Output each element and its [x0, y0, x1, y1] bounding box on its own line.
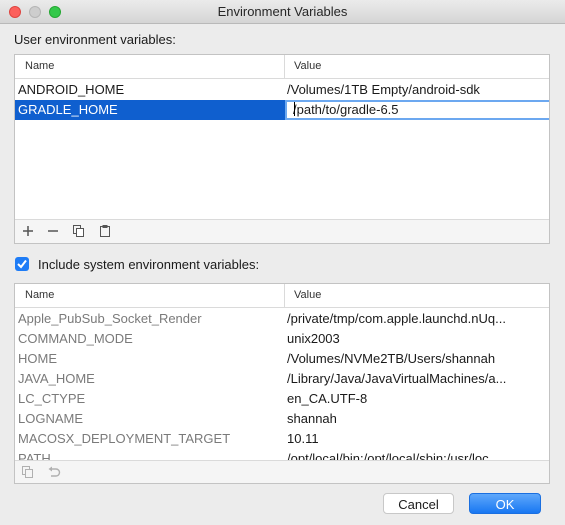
variable-value: unix2003 [287, 331, 340, 346]
variable-name: PATH [18, 451, 51, 460]
title-bar: Environment Variables [0, 0, 565, 24]
variable-name: HOME [18, 351, 57, 366]
cancel-button[interactable]: Cancel [383, 493, 454, 514]
variable-name: GRADLE_HOME [18, 102, 118, 117]
edit-field-text: /path/to/gradle-6.5 [293, 102, 399, 117]
table-header: Name Value [15, 55, 549, 79]
variable-name: MACOSX_DEPLOYMENT_TARGET [18, 431, 231, 446]
variable-value: /Volumes/NVMe2TB/Users/shannah [287, 351, 496, 366]
system-variables-table: Name Value Apple_PubSub_Socket_Render /p… [14, 283, 550, 484]
column-header-name[interactable]: Name [25, 60, 54, 72]
include-system-variables-label[interactable]: Include system environment variables: [38, 257, 259, 272]
column-header-value[interactable]: Value [294, 289, 321, 301]
variable-value: en_CA.UTF-8 [287, 391, 368, 406]
table-row[interactable]: PATH /opt/local/bin:/opt/local/sbin:/usr… [15, 449, 549, 460]
copy-icon[interactable] [21, 465, 35, 479]
variable-name: ANDROID_HOME [18, 82, 125, 97]
user-table-toolbar [15, 219, 549, 243]
table-row-selected[interactable]: GRADLE_HOME /path/to/gradle-6.5 [15, 100, 549, 120]
variable-name: LOGNAME [18, 411, 84, 426]
column-header-name[interactable]: Name [25, 289, 54, 301]
variable-value: /Volumes/1TB Empty/android-sdk [287, 82, 480, 97]
table-row[interactable]: HOME /Volumes/NVMe2TB/Users/shannah [15, 349, 549, 369]
ok-button[interactable]: OK [469, 493, 541, 514]
add-icon[interactable] [21, 224, 35, 238]
table-row[interactable]: JAVA_HOME /Library/Java/JavaVirtualMachi… [15, 369, 549, 389]
variable-name: JAVA_HOME [18, 371, 95, 386]
table-row[interactable]: Apple_PubSub_Socket_Render /private/tmp/… [15, 309, 549, 329]
table-row[interactable]: ANDROID_HOME /Volumes/1TB Empty/android-… [15, 80, 549, 100]
include-system-variables-checkbox[interactable] [15, 257, 29, 271]
table-row[interactable]: LC_CTYPE en_CA.UTF-8 [15, 389, 549, 409]
user-variables-label: User environment variables: [14, 32, 176, 47]
table-header: Name Value [15, 284, 549, 308]
variable-name: COMMAND_MODE [18, 331, 133, 346]
variable-name: LC_CTYPE [18, 391, 86, 406]
variable-value-edit-field[interactable]: /path/to/gradle-6.5 [285, 100, 549, 120]
user-variables-table: Name Value ANDROID_HOME /Volumes/1TB Emp… [14, 54, 550, 244]
variable-value: /private/tmp/com.apple.launchd.nUq... [287, 311, 506, 326]
column-header-value[interactable]: Value [294, 60, 321, 72]
table-row[interactable]: COMMAND_MODE unix2003 [15, 329, 549, 349]
variable-value: 10.11 [287, 431, 319, 446]
paste-icon[interactable] [98, 224, 112, 238]
copy-icon[interactable] [72, 224, 86, 238]
revert-icon[interactable] [47, 465, 61, 479]
variable-value: /Library/Java/JavaVirtualMachines/a... [287, 371, 507, 386]
text-caret [294, 102, 295, 116]
table-row[interactable]: MACOSX_DEPLOYMENT_TARGET 10.11 [15, 429, 549, 449]
window-title: Environment Variables [217, 4, 348, 19]
system-table-toolbar [15, 460, 549, 483]
variable-name: Apple_PubSub_Socket_Render [18, 311, 202, 326]
variable-value: shannah [287, 411, 337, 426]
variable-value: /opt/local/bin:/opt/local/sbin:/usr/loc.… [287, 451, 500, 460]
table-row[interactable]: LOGNAME shannah [15, 409, 549, 429]
remove-icon[interactable] [46, 224, 60, 238]
